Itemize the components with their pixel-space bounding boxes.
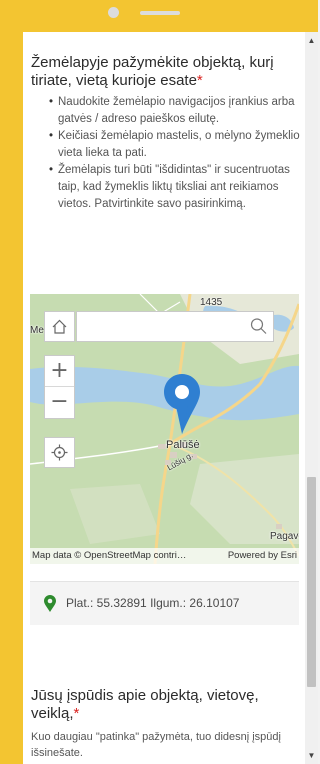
coordinates-bar: Plat.: 55.32891 Ilgum.: 26.10107 (30, 581, 299, 625)
map-search-input[interactable] (77, 312, 247, 341)
coordinates-text: Plat.: 55.32891 Ilgum.: 26.10107 (66, 596, 240, 610)
question-map-title-text: Žemėlapyje pažymėkite objektą, kurį tiri… (31, 54, 274, 89)
attribution-esri[interactable]: Powered by Esri (228, 548, 297, 564)
zoom-control: + − (44, 355, 75, 419)
question-impression-title-text: Jūsų įspūdis apie objektą, vietovę, veik… (31, 687, 259, 722)
zoom-in-button[interactable]: + (45, 356, 74, 387)
required-asterisk: * (73, 705, 80, 722)
crosshair-icon (51, 444, 68, 461)
home-icon (52, 319, 67, 334)
attribution-osm[interactable]: Map data © OpenStreetMap contri… (32, 548, 192, 564)
instruction-item: Žemėlapis turi būti "išdidintas" ir suce… (49, 162, 301, 213)
map-search-box[interactable] (76, 311, 274, 342)
survey-card: Žemėlapyje pažymėkite objektą, kurį tiri… (23, 32, 305, 764)
question-impression-title: Jūsų įspūdis apie objektą, vietovę, veik… (31, 687, 299, 723)
instruction-item: Naudokite žemėlapio navigacijos įrankius… (49, 94, 301, 128)
map-pin-icon (44, 595, 56, 612)
village-label: Pagavė (270, 531, 299, 542)
map-search-button[interactable] (245, 312, 273, 341)
scroll-up-arrow-icon[interactable]: ▲ (305, 36, 318, 45)
scrollbar-thumb[interactable] (307, 477, 316, 687)
question-map-title: Žemėlapyje pažymėkite objektą, kurį tiri… (31, 54, 299, 90)
map-attribution: Map data © OpenStreetMap contri… Powered… (30, 548, 299, 564)
locate-button[interactable] (44, 437, 75, 468)
question-impression-description: Kuo daugiau "patinka" pažymėta, tuo dide… (31, 731, 281, 759)
map-edge-label: Me (30, 325, 44, 336)
scroll-down-arrow-icon[interactable]: ▼ (305, 751, 318, 760)
zoom-out-button[interactable]: − (45, 387, 74, 418)
page-indicator-active[interactable] (140, 11, 180, 15)
road-number-label: 1435 (200, 297, 223, 308)
required-asterisk: * (196, 72, 203, 89)
page-indicator (0, 5, 318, 19)
map-view[interactable]: 1435 Me Palūšė Lūšių g. Pagavė + − (30, 294, 299, 564)
home-button[interactable] (44, 311, 75, 342)
scrollbar[interactable]: ▲ ▼ (305, 32, 318, 764)
instruction-item: Keičiasi žemėlapio mastelis, o mėlyno žy… (49, 128, 301, 162)
town-label: Palūšė (166, 439, 200, 451)
search-icon (250, 318, 267, 334)
page-indicator-dot[interactable] (108, 7, 119, 18)
instruction-list: Naudokite žemėlapio navigacijos įrankius… (49, 94, 301, 213)
